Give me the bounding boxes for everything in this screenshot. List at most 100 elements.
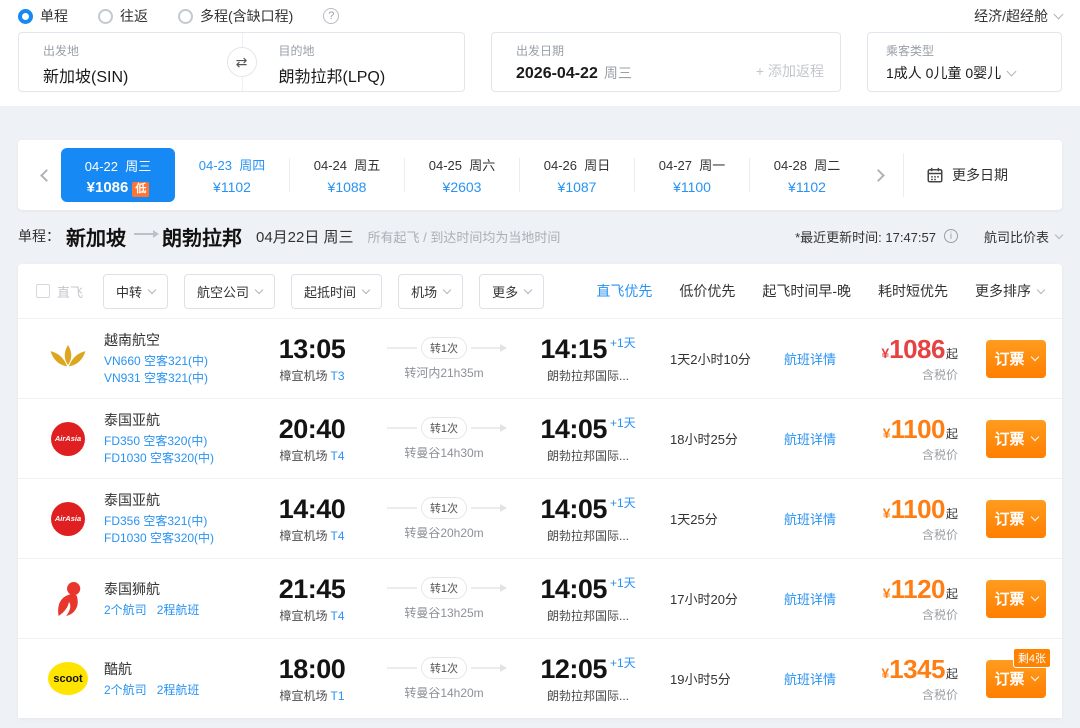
passenger-type-value[interactable]: 1成人 0儿童 0婴儿 [886,63,1001,83]
tax-included-note: 含税价 [883,606,958,623]
arrive-time: 14:05+1天 [520,414,656,445]
destination-label: 目的地 [279,42,465,59]
airline-price-compare-label: 航司比价表 [984,227,1049,246]
date-tab-selected[interactable]: 04-22 周三 ¥1086低 [61,148,175,202]
tax-included-note: 含税价 [883,446,958,463]
airline-count-link[interactable]: 2个航司 [104,602,147,619]
flight-number-link[interactable]: FD356 空客321(中) [104,513,256,530]
date-tab-price: ¥1088 [290,179,404,195]
date-tab[interactable]: 04-23 周四 ¥1102 [175,149,289,201]
date-tab-price: ¥1100 [635,179,749,195]
chevron-down-icon [1030,353,1038,361]
sort-departure-time[interactable]: 起飞时间早-晚 [762,281,851,301]
search-header: 单程 往返 多程(含缺口程) ? 经济/超经舱 出发地 新加坡(SIN) ⇄ 目… [0,0,1080,106]
flight-number-link[interactable]: VN931 空客321(中) [104,370,256,387]
cabin-class-selector[interactable]: 经济/超经舱 [974,6,1062,26]
depart-time: 14:40 [256,494,368,525]
radio-multi-city-label: 多程(含缺口程) [200,6,293,26]
swap-arrows-icon[interactable]: ⇄ [227,47,257,77]
depart-airport: 樟宜机场 [279,689,327,703]
depart-airport: 樟宜机场 [279,609,327,623]
chevron-down-icon [1030,433,1038,441]
stops-badge: 转1次 [421,657,467,679]
date-tab[interactable]: 04-27 周一 ¥1100 [635,149,749,201]
filter-transfer[interactable]: 中转 [103,274,168,309]
departure-label: 出发地 [43,42,242,59]
flight-row: AirAsia 泰国亚航 FD350 空客320(中) FD1030 空客320… [18,398,1062,478]
destination-value[interactable]: 朗勃拉邦(LPQ) [279,63,465,87]
radio-unselected-icon[interactable] [98,9,113,24]
plus-one-day-tag: +1天 [610,576,636,590]
transfer-info: 转曼谷13h25m [368,604,520,621]
flight-row: AirAsia 泰国亚航 FD356 空客321(中) FD1030 空客320… [18,478,1062,558]
departure-date-weekday: 周三 [604,65,632,81]
radio-selected-icon[interactable] [18,9,33,24]
segment-count-link[interactable]: 2程航班 [157,682,200,699]
book-button[interactable]: 订票 [986,580,1046,618]
info-icon[interactable]: i [944,229,958,243]
sort-shortest-duration[interactable]: 耗时短优先 [878,281,948,301]
sort-lowest-price[interactable]: 低价优先 [679,281,735,301]
flight-detail-link[interactable]: 航班详情 [784,669,876,688]
airline-count-link[interactable]: 2个航司 [104,682,147,699]
duration: 19小时5分 [656,669,784,688]
passenger-type-box[interactable]: 乘客类型 1成人 0儿童 0婴儿 [867,32,1062,92]
flight-detail-link[interactable]: 航班详情 [784,349,876,368]
route-to-city: 朗勃拉邦 [162,222,242,251]
arrive-time: 14:15+1天 [520,334,656,365]
sort-more[interactable]: 更多排序 [975,281,1044,301]
checkbox-icon[interactable] [36,284,50,298]
chevron-down-icon [148,285,156,293]
flight-detail-link[interactable]: 航班详情 [784,589,876,608]
book-button[interactable]: 订票 [986,340,1046,378]
direct-flight-label: 直飞 [57,282,83,301]
divider [903,153,904,197]
flight-number-link[interactable]: FD350 空客320(中) [104,433,256,450]
book-button[interactable]: 订票 [986,500,1046,538]
filter-time[interactable]: 起抵时间 [291,274,382,309]
radio-round-trip[interactable]: 往返 [98,6,148,26]
flight-detail-link[interactable]: 航班详情 [784,509,876,528]
add-return-button[interactable]: + 添加返程 [756,61,824,81]
departure-field[interactable]: 出发地 新加坡(SIN) [19,33,242,91]
book-button[interactable]: 订票 [986,420,1046,458]
flight-number-link[interactable]: VN660 空客321(中) [104,353,256,370]
sort-direct-first[interactable]: 直飞优先 [596,281,652,301]
destination-field[interactable]: 目的地 朗勃拉邦(LPQ) [242,33,465,91]
chevron-right-icon[interactable] [872,169,885,182]
chevron-left-icon[interactable] [40,169,53,182]
departure-value[interactable]: 新加坡(SIN) [43,63,242,87]
date-tab[interactable]: 04-26 周日 ¥1087 [520,149,634,201]
flight-number-link[interactable]: FD1030 空客320(中) [104,530,256,547]
segment-count-link[interactable]: 2程航班 [157,602,200,619]
price-value: 1086 [889,334,945,364]
depart-airport: 樟宜机场 [279,369,327,383]
date-tab[interactable]: 04-25 周六 ¥2603 [405,149,519,201]
airline-name: 泰国亚航 [104,410,256,430]
departure-date-box[interactable]: 出发日期 2026-04-22周三 + 添加返程 [491,32,841,92]
flight-number-link[interactable]: FD1030 空客320(中) [104,450,256,467]
chevron-down-icon [524,285,532,293]
departure-date-field[interactable]: 出发日期 2026-04-22周三 [516,42,632,91]
flight-detail-link[interactable]: 航班详情 [784,429,876,448]
direct-flight-checkbox[interactable]: 直飞 [36,282,83,301]
stops-badge: 转1次 [421,337,467,359]
radio-multi-city[interactable]: 多程(含缺口程) [178,6,293,26]
arrive-airport: 朗勃拉邦国际... [520,607,656,624]
airline-price-compare-button[interactable]: 航司比价表 [984,227,1062,246]
departure-date-value[interactable]: 2026-04-22 [516,65,598,82]
filter-more[interactable]: 更多 [479,274,544,309]
date-tab[interactable]: 04-28 周二 ¥1102 [750,149,864,201]
route-arrow-icon [134,233,154,235]
more-dates-button[interactable]: 更多日期 [926,165,1008,185]
price-value: 1345 [889,654,945,684]
help-icon[interactable]: ? [323,8,339,24]
date-tab[interactable]: 04-24 周五 ¥1088 [290,149,404,201]
airasia-logo-icon: AirAsia [44,422,92,456]
tax-included-note: 含税价 [881,366,958,383]
filter-airline[interactable]: 航空公司 [184,274,275,309]
local-time-note: 所有起飞 / 到达时间均为当地时间 [368,227,561,246]
radio-one-way[interactable]: 单程 [18,6,68,26]
filter-airport[interactable]: 机场 [398,274,463,309]
radio-unselected-icon[interactable] [178,9,193,24]
